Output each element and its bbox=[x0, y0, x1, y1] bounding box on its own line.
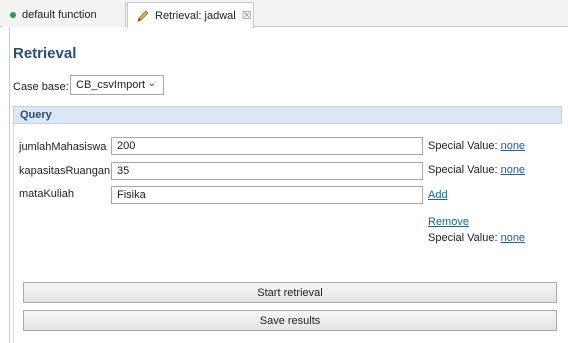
special-value-label: Special Value: bbox=[428, 140, 498, 152]
case-base-value: CB_csvImport bbox=[76, 79, 146, 91]
add-link[interactable]: Add bbox=[428, 189, 448, 201]
case-base-label: Case base: bbox=[13, 81, 69, 93]
special-value-row1: Special Value: none bbox=[428, 140, 525, 152]
special-value-row3: Special Value: none bbox=[428, 232, 525, 244]
query-section-header: Query bbox=[13, 106, 562, 124]
special-value-none-link[interactable]: none bbox=[501, 140, 525, 152]
tab-default-function[interactable]: default function bbox=[2, 2, 126, 27]
special-value-label: Special Value: bbox=[428, 232, 498, 244]
close-icon[interactable]: ☒ bbox=[242, 9, 252, 22]
field-label-kapasitasruangan: kapasitasRuangan bbox=[19, 165, 111, 177]
edit-pencil-icon bbox=[137, 9, 149, 22]
chevron-down-icon: ⌄ bbox=[147, 78, 156, 89]
editor-tab-bar: default function Retrieval: jadwal ☒ bbox=[0, 0, 568, 28]
jumlahmahasiswa-input[interactable]: 200 bbox=[111, 137, 423, 155]
green-dot-icon bbox=[10, 11, 16, 18]
page-title: Retrieval bbox=[13, 45, 77, 62]
tab-label: Retrieval: jadwal bbox=[155, 9, 236, 22]
case-base-select[interactable]: CB_csvImport ⌄ bbox=[70, 75, 164, 95]
field-label-matakuliah: mataKuliah bbox=[19, 188, 75, 200]
field-label-jumlahmahasiswa: jumlahMahasiswa bbox=[19, 141, 107, 153]
kapasitasruangan-input[interactable]: 35 bbox=[111, 162, 423, 180]
special-value-label: Special Value: bbox=[428, 164, 498, 176]
tab-retrieval-jadwal[interactable]: Retrieval: jadwal ☒ bbox=[127, 2, 254, 28]
start-retrieval-button[interactable]: Start retrieval bbox=[23, 282, 557, 303]
remove-link[interactable]: Remove bbox=[428, 216, 469, 228]
matakuliah-input[interactable]: Fisika bbox=[111, 186, 423, 204]
special-value-row2: Special Value: none bbox=[428, 164, 525, 176]
save-results-button[interactable]: Save results bbox=[23, 310, 557, 331]
tab-label: default function bbox=[22, 8, 97, 21]
special-value-none-link[interactable]: none bbox=[501, 232, 525, 244]
panel-left-border bbox=[9, 27, 10, 343]
special-value-none-link[interactable]: none bbox=[501, 164, 525, 176]
